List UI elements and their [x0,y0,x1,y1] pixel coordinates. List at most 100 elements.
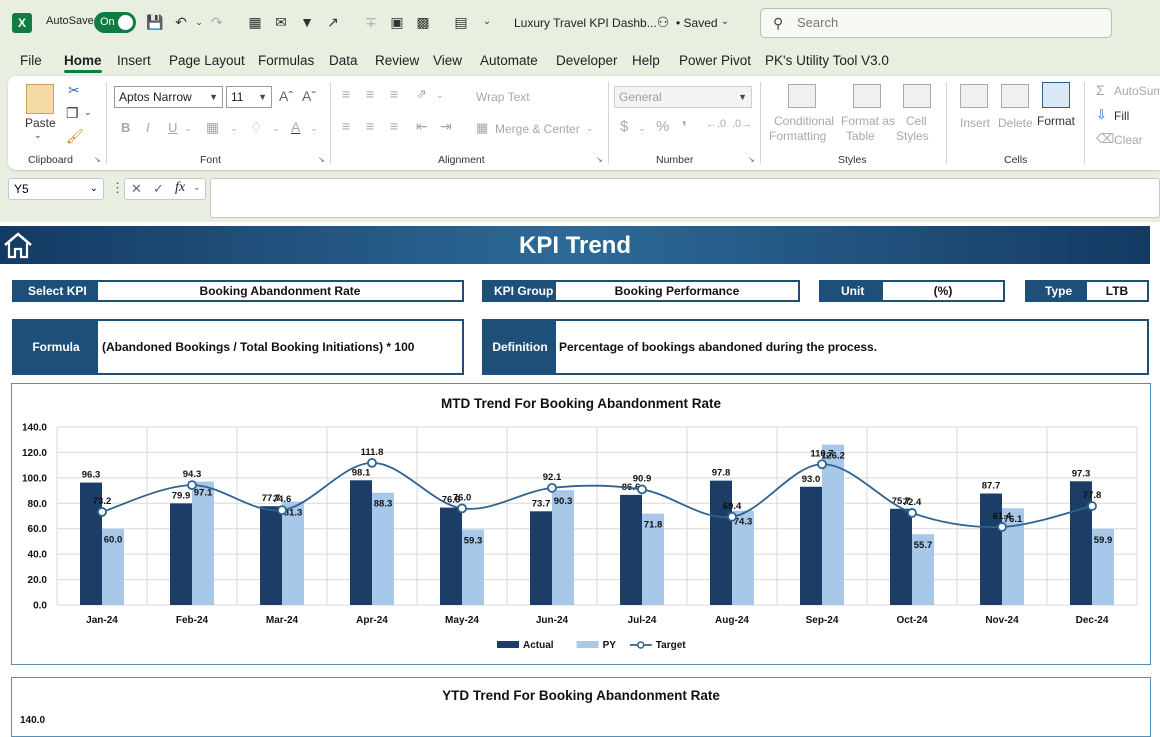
select-kpi-dropdown[interactable]: Booking Abandonment Rate [98,282,462,300]
italic-icon[interactable]: I [146,120,150,135]
comma-style-icon[interactable]: ❜ [682,118,687,136]
insert-function-icon[interactable]: fx [175,180,185,196]
share-icon[interactable]: ↗ [324,13,342,31]
number-launcher-icon[interactable]: ↘ [748,155,755,164]
borders-button-icon[interactable]: ▦ [206,119,219,136]
conditional-formatting-icon[interactable] [788,84,816,108]
conditional-formatting-line2[interactable]: Formatting [769,129,826,143]
tab-formulas[interactable]: Formulas [258,53,314,68]
percent-icon[interactable]: % [656,118,669,135]
more-options-icon[interactable]: ⋮ [111,180,124,196]
align-left-icon[interactable]: ≡ [342,118,350,134]
align-bottom-icon[interactable]: ≡ [390,86,398,102]
fill-color-dropdown-icon[interactable]: ⌄ [272,123,280,134]
bold-icon[interactable]: B [121,120,130,135]
increase-indent-icon[interactable]: ⇥ [440,118,452,135]
ytd-chart-container[interactable]: YTD Trend For Booking Abandonment Rate 1… [11,677,1151,737]
cut-icon[interactable]: ✂ [68,82,80,99]
format-as-table-line2[interactable]: Table [846,129,875,143]
font-launcher-icon[interactable]: ↘ [318,155,325,164]
paste-icon[interactable] [26,84,54,114]
tab-help[interactable]: Help [632,53,660,68]
tab-developer[interactable]: Developer [556,53,618,68]
tab-power-pivot[interactable]: Power Pivot [679,53,751,68]
align-top-icon[interactable]: ≡ [342,86,350,102]
user-sensitivity-icon[interactable]: ⚇ [654,13,672,31]
spelling-icon[interactable]: ∓ [362,13,380,31]
format-as-table-icon[interactable] [853,84,881,108]
tab-automate[interactable]: Automate [480,53,538,68]
copy-dropdown-icon[interactable]: ⌄ [84,107,92,118]
function-dropdown-icon[interactable]: ⌄ [193,182,201,193]
tab-review[interactable]: Review [375,53,419,68]
decrease-decimal-icon[interactable]: .0→ [732,118,752,130]
autosum-icon[interactable]: Σ [1096,82,1105,98]
orientation-icon[interactable]: ⇗ [416,86,427,102]
tab-file[interactable]: File [20,53,42,68]
increase-decimal-icon[interactable]: ←.0 [706,118,726,130]
format-cells-button[interactable]: Format [1037,114,1075,128]
decrease-indent-icon[interactable]: ⇤ [416,118,428,135]
tab-insert[interactable]: Insert [117,53,151,68]
currency-icon[interactable]: $ [620,118,628,135]
clear-button[interactable]: Clear [1114,133,1143,147]
name-box[interactable]: Y5 ⌄ [8,178,104,200]
delete-cells-icon[interactable] [1001,84,1029,108]
save-icon[interactable]: 💾 [146,13,164,31]
format-painter-icon[interactable]: 🖌 [66,128,84,145]
search-box[interactable]: ⚲ [760,8,1112,38]
clipboard-launcher-icon[interactable]: ↘ [94,155,101,164]
undo-icon[interactable]: ↶ [172,13,190,31]
fill-icon[interactable]: ⇩ [1096,107,1107,123]
fill-color-icon[interactable]: ♢ [250,119,263,136]
format-cells-icon[interactable] [1042,82,1070,108]
autosave-toggle[interactable]: On [94,12,136,33]
tab-view[interactable]: View [433,53,462,68]
underline-icon[interactable]: U [168,120,177,135]
search-input[interactable] [797,15,1097,30]
tab-home[interactable]: Home [64,53,102,73]
font-color-icon[interactable]: A [291,119,300,135]
clear-icon[interactable]: ⌫ [1096,131,1114,147]
wrap-text-button[interactable]: Wrap Text [476,90,530,104]
saved-status[interactable]: • Saved [676,16,718,30]
customize-toolbar-icon[interactable]: ⌄ [478,13,496,31]
tab-page-layout[interactable]: Page Layout [169,53,245,68]
merge-center-icon[interactable]: ▦ [476,120,488,136]
fill-button[interactable]: Fill [1114,109,1129,123]
tab-pk-utility-tool[interactable]: PK's Utility Tool V3.0 [765,53,889,68]
align-center-icon[interactable]: ≡ [366,118,374,134]
number-format-select[interactable]: General ▼ [614,86,752,108]
increase-font-icon[interactable]: Aˆ [279,88,293,104]
font-name-select[interactable]: Aptos Narrow ▼ [114,86,223,108]
tab-data[interactable]: Data [329,53,358,68]
calculator-icon[interactable]: ▩ [414,13,432,31]
redo-icon[interactable]: ↷ [208,13,226,31]
paste-button[interactable]: Paste [25,116,56,130]
merge-center-button[interactable]: Merge & Center [495,122,580,136]
font-size-select[interactable]: 11 ▼ [226,86,272,108]
conditional-formatting-line1[interactable]: Conditional [774,114,834,128]
paste-dropdown-icon[interactable]: ⌄ [34,130,42,141]
font-color-dropdown-icon[interactable]: ⌄ [310,123,318,134]
borders-icon[interactable]: ▦ [246,13,264,31]
orientation-dropdown-icon[interactable]: ⌄ [436,90,444,101]
cancel-icon[interactable]: ✕ [131,181,142,197]
pivot-icon[interactable]: ▣ [388,13,406,31]
cell-styles-icon[interactable] [903,84,931,108]
mail-icon[interactable]: ✉ [272,13,290,31]
align-middle-icon[interactable]: ≡ [366,86,374,102]
align-right-icon[interactable]: ≡ [390,118,398,134]
insert-cells-icon[interactable] [960,84,988,108]
copy-icon[interactable]: ❐ [66,105,79,122]
delete-cells-button[interactable]: Delete [998,116,1033,130]
mtd-chart-container[interactable]: MTD Trend For Booking Abandonment Rate 14… [11,383,1151,665]
autosum-button[interactable]: AutoSum [1114,84,1160,98]
cell-styles-line2[interactable]: Styles [896,129,929,143]
table-icon[interactable]: ▤ [452,13,470,31]
decrease-font-icon[interactable]: Aˇ [302,88,316,104]
filter-icon[interactable]: ▼ [298,13,316,31]
undo-dropdown-icon[interactable]: ⌄ [190,13,208,31]
borders-dropdown-icon[interactable]: ⌄ [230,123,238,134]
cell-styles-line1[interactable]: Cell [906,114,927,128]
